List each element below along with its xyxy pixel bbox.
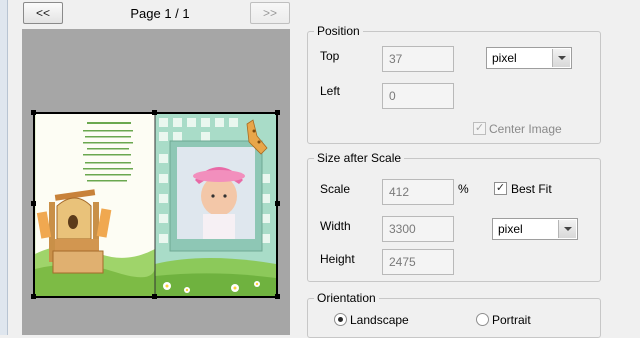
height-input[interactable]: 2475 — [382, 249, 454, 275]
orientation-title: Orientation — [314, 291, 379, 305]
page-indicator: Page 1 / 1 — [130, 6, 190, 21]
crop-handle[interactable] — [31, 294, 36, 299]
crop-handle[interactable] — [152, 294, 157, 299]
width-label: Width — [320, 219, 351, 233]
size-after-scale-title: Size after Scale — [314, 151, 405, 165]
center-image-checkbox[interactable]: ✓ — [473, 122, 486, 135]
left-label: Left — [320, 84, 341, 98]
scale-label: Scale — [320, 182, 351, 196]
crop-handle[interactable] — [275, 110, 280, 115]
chevron-down-icon[interactable] — [552, 49, 570, 67]
crop-handle[interactable] — [31, 110, 36, 115]
scale-unit: % — [458, 182, 469, 196]
size-unit-value: pixel — [498, 222, 523, 236]
photo-book-preview-image — [35, 114, 276, 296]
size-unit-select[interactable]: pixel — [492, 218, 578, 240]
portrait-label: Portrait — [492, 313, 531, 327]
preview-page — [33, 112, 278, 298]
scale-input[interactable]: 412 — [382, 179, 454, 205]
center-image-label: Center Image — [489, 122, 562, 136]
crop-handle[interactable] — [152, 110, 157, 115]
top-input[interactable]: 37 — [382, 46, 454, 72]
next-page-button[interactable]: >> — [250, 2, 290, 24]
previous-page-button[interactable]: << — [23, 2, 63, 24]
left-input[interactable]: 0 — [382, 83, 454, 109]
crop-handle[interactable] — [31, 201, 36, 206]
width-input[interactable]: 3300 — [382, 216, 454, 242]
top-label: Top — [320, 49, 340, 63]
best-fit-label: Best Fit — [511, 182, 552, 196]
position-group-title: Position — [314, 24, 363, 38]
height-label: Height — [320, 252, 355, 266]
portrait-radio[interactable] — [476, 313, 489, 326]
landscape-label: Landscape — [350, 313, 409, 327]
crop-handle[interactable] — [275, 294, 280, 299]
window-left-edge — [0, 0, 8, 335]
position-unit-select[interactable]: pixel — [486, 47, 572, 69]
best-fit-checkbox[interactable]: ✓ — [494, 182, 507, 195]
chevron-down-icon[interactable] — [558, 220, 576, 238]
landscape-radio[interactable] — [334, 313, 347, 326]
crop-handle[interactable] — [275, 201, 280, 206]
position-unit-value: pixel — [492, 51, 517, 65]
